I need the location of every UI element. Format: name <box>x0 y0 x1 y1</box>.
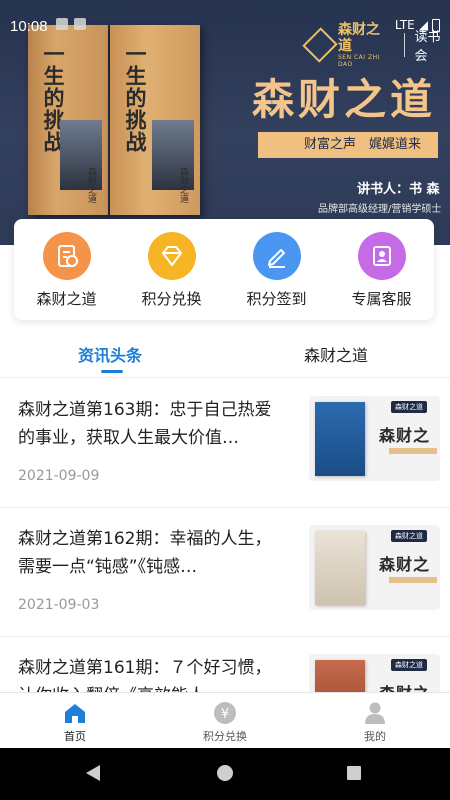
quick-menu: 森财之道 积分兑换 积分签到 专属客服 <box>14 219 434 320</box>
news-title: 森财之道第163期：忠于自己热爱的事业，获取人生最大价值… <box>18 400 272 448</box>
active-tab-indicator <box>101 370 123 373</box>
tab-sencaizhidao[interactable]: 森财之道 <box>304 342 368 366</box>
bottom-nav: 首页 ¥ 积分兑换 我的 <box>0 692 450 747</box>
ledger-icon <box>42 232 91 280</box>
user-card-icon <box>357 232 406 280</box>
news-title: 森财之道第161期：７个好习惯，让你收入翻倍《高效能人… <box>18 658 272 693</box>
menu-item-points-exchange[interactable]: 积分兑换 <box>119 219 224 320</box>
banner-role: 品牌部高级经理/营销学硕士 <box>318 204 442 215</box>
notification-icon <box>56 18 68 30</box>
person-icon <box>363 701 387 725</box>
yuan-coin-icon: ¥ <box>213 701 237 725</box>
thumbnail-title: 森财之 <box>379 426 431 445</box>
recent-apps-icon[interactable] <box>347 766 361 780</box>
thumbnail-title: 森财之 <box>379 555 431 574</box>
menu-item-points-checkin[interactable]: 积分签到 <box>224 219 329 320</box>
tab-news-headlines[interactable]: 资讯头条 <box>78 342 142 366</box>
thumbnail-badge: 森财之道 <box>391 659 427 671</box>
book-publisher: 森财之道 <box>178 167 188 203</box>
news-list[interactable]: 森财之道第163期：忠于自己热爱的事业，获取人生最大价值… 2021-09-09… <box>0 379 450 693</box>
news-date: 2021-09-09 <box>18 468 100 484</box>
battery-icon <box>432 18 440 32</box>
book-publisher: 森财之道 <box>86 167 96 203</box>
list-item[interactable]: 森财之道第163期：忠于自己热爱的事业，获取人生最大价值… 2021-09-09… <box>0 379 450 508</box>
nav-points-exchange[interactable]: ¥ 积分兑换 <box>150 693 300 747</box>
book-title: 一生的挑战 <box>123 43 148 153</box>
nav-label: 我的 <box>364 730 386 743</box>
banner-title: 森财之道 <box>252 75 437 124</box>
nav-label: 积分兑换 <box>203 730 247 743</box>
home-icon <box>63 701 87 725</box>
news-date: 2021-09-03 <box>18 597 100 613</box>
network-label: LTE <box>394 18 415 32</box>
home-circle-icon[interactable] <box>217 765 233 781</box>
list-item[interactable]: 森财之道第162期：幸福的人生，需要一点“钝感”《钝感… 2021-09-03 … <box>0 508 450 637</box>
system-nav-bar <box>0 748 450 800</box>
news-title: 森财之道第162期：幸福的人生，需要一点“钝感”《钝感… <box>18 529 272 577</box>
status-time: 10:08 <box>10 18 48 35</box>
thumbnail-book-cover <box>315 402 365 476</box>
thumbnail-slogan-bar <box>389 577 437 583</box>
thumbnail-book-cover <box>315 531 365 605</box>
svg-text:¥: ¥ <box>221 707 229 722</box>
diamond-icon <box>147 232 196 280</box>
menu-item-label: 积分兑换 <box>141 290 202 308</box>
thumbnail-slogan-bar <box>389 448 437 454</box>
book-cover-front: 一生的挑战 森财之道 <box>110 25 200 215</box>
banner-slogan: 财富之声 娓娓道来 <box>258 132 438 158</box>
thumbnail-book-cover <box>315 660 365 693</box>
menu-item-customer-service[interactable]: 专属客服 <box>329 219 434 320</box>
thumbnail-badge: 森财之道 <box>391 530 427 542</box>
top-banner[interactable]: 10:08 LTE ◢ 一生的挑战 森财之道 一生的挑战 森财之道 森财之道 S… <box>0 0 450 245</box>
nav-label: 首页 <box>64 730 86 743</box>
menu-item-label: 积分签到 <box>246 290 307 308</box>
news-thumbnail: 森财之道 森财之 <box>309 654 440 693</box>
news-thumbnail: 森财之道 森财之 <box>309 396 440 481</box>
pen-icon <box>252 232 301 280</box>
notification-icon <box>74 18 86 30</box>
news-thumbnail: 森财之道 森财之 <box>309 525 440 610</box>
status-bar: 10:08 LTE ◢ <box>0 0 450 40</box>
menu-item-label: 森财之道 <box>36 290 97 308</box>
content-tabs: 资讯头条 森财之道 <box>0 332 450 378</box>
notification-icons <box>56 18 86 30</box>
menu-item-sencaizhidao[interactable]: 森财之道 <box>14 219 119 320</box>
signal-icon: ◢ <box>418 18 428 32</box>
nav-profile[interactable]: 我的 <box>300 693 450 747</box>
banner-speaker: 讲书人：书 森 <box>357 182 440 197</box>
book-cover-back: 一生的挑战 森财之道 <box>28 25 108 215</box>
menu-item-label: 专属客服 <box>351 290 412 308</box>
nav-home[interactable]: 首页 <box>0 693 150 747</box>
list-item[interactable]: 森财之道第161期：７个好习惯，让你收入翻倍《高效能人… 森财之道 森财之 <box>0 637 450 693</box>
status-indicators: LTE ◢ <box>395 18 440 32</box>
back-icon[interactable] <box>86 765 100 781</box>
thumbnail-badge: 森财之道 <box>391 401 427 413</box>
